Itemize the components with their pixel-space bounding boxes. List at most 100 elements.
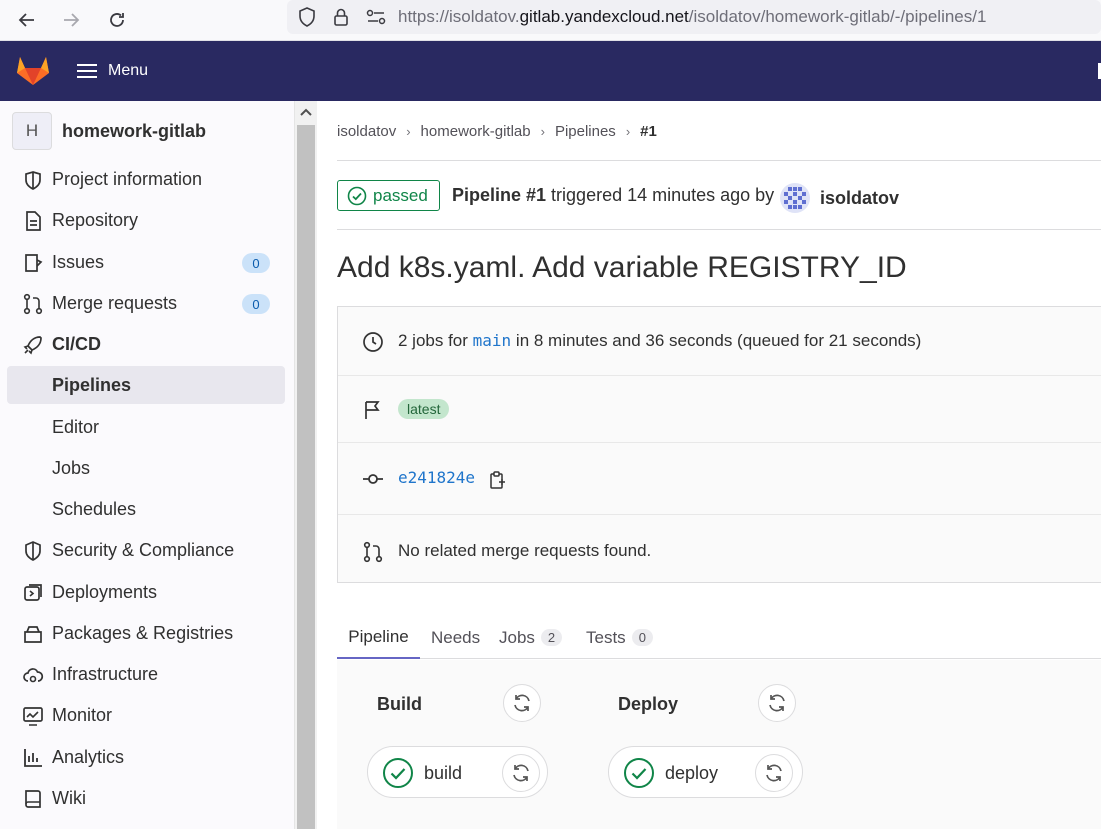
chart-icon — [24, 749, 42, 767]
issues-count-badge: 0 — [242, 253, 270, 273]
sidebar-item-monitor[interactable]: Monitor — [7, 696, 285, 734]
no-mr-text: No related merge requests found. — [398, 541, 652, 560]
lock-icon — [334, 8, 348, 26]
sidebar-item-pipelines[interactable]: Pipelines — [7, 366, 285, 404]
url-text[interactable]: https://isoldatov.gitlab.yandexcloud.net… — [398, 7, 986, 27]
scroll-up-icon[interactable] — [300, 107, 312, 117]
scrollbar-thumb[interactable] — [297, 125, 315, 829]
sidebar-item-repository[interactable]: Repository — [7, 201, 285, 239]
top-navbar: Menu — [0, 41, 1101, 101]
tab-jobs[interactable]: Jobs 2 — [499, 616, 563, 659]
user-name-link[interactable]: isoldatov — [820, 188, 899, 209]
job-retry-button[interactable] — [755, 754, 793, 792]
job-name: deploy — [665, 763, 719, 783]
status-badge[interactable]: passed — [337, 180, 440, 211]
pipeline-graph: Build build Deploy deploy — [337, 660, 1101, 829]
sidebar-scrollbar[interactable] — [295, 101, 317, 829]
reload-button[interactable] — [103, 6, 131, 34]
issues-icon — [25, 254, 43, 272]
commit-icon — [363, 474, 383, 484]
package-icon — [24, 626, 42, 643]
jobs-summary-row: 2 jobs for main in 8 minutes and 36 seco… — [338, 307, 1101, 376]
chevron-right-icon: › — [625, 124, 631, 139]
monitor-icon — [23, 707, 43, 726]
cloud-gear-icon — [23, 668, 44, 683]
project-header[interactable]: H homework-gitlab — [12, 112, 206, 150]
check-circle-icon — [624, 758, 654, 788]
gitlab-logo-icon[interactable] — [16, 54, 50, 86]
job-build[interactable]: build — [367, 746, 548, 798]
breadcrumb: isoldatov › homework-gitlab › Pipelines … — [337, 123, 657, 140]
merge-request-icon — [363, 541, 383, 563]
merge-requests-row: No related merge requests found. — [338, 515, 1101, 584]
document-icon — [26, 211, 41, 231]
back-button[interactable] — [13, 6, 41, 34]
clock-icon — [363, 332, 383, 352]
retry-icon — [766, 764, 782, 782]
page-title: Add k8s.yaml. Add variable REGISTRY_ID — [337, 251, 907, 284]
pipeline-name: Pipeline #1 — [452, 185, 547, 205]
sidebar-item-jobs[interactable]: Jobs — [7, 449, 285, 487]
tab-tests[interactable]: Tests 0 — [586, 616, 653, 659]
sidebar-item-analytics[interactable]: Analytics — [7, 738, 285, 776]
stage-title-deploy: Deploy — [618, 694, 679, 714]
sidebar-item-project-information[interactable]: Project information — [7, 160, 285, 198]
retry-icon — [769, 694, 785, 712]
commit-row: e241824e — [338, 443, 1101, 515]
shield-icon — [25, 541, 41, 561]
sidebar-item-packages-registries[interactable]: Packages & Registries — [7, 614, 285, 652]
tab-pipeline[interactable]: Pipeline — [337, 616, 420, 659]
address-bar[interactable]: https://isoldatov.gitlab.yandexcloud.net… — [287, 0, 1101, 34]
browser-toolbar: https://isoldatov.gitlab.yandexcloud.net… — [0, 0, 1101, 41]
project-info-icon — [25, 171, 41, 190]
jobs-count-badge: 2 — [540, 629, 563, 646]
sidebar-item-merge-requests[interactable]: Merge requests 0 — [7, 284, 285, 322]
tests-count-badge: 0 — [631, 629, 653, 646]
breadcrumb-pipelines[interactable]: Pipelines — [555, 123, 616, 140]
flag-icon — [365, 401, 380, 419]
user-avatar[interactable] — [779, 182, 811, 214]
sidebar-item-deployments[interactable]: Deployments — [7, 573, 285, 611]
job-retry-button[interactable] — [502, 754, 540, 792]
forward-button[interactable] — [57, 6, 85, 34]
menu-button[interactable]: Menu — [76, 58, 148, 84]
copy-icon[interactable] — [489, 470, 507, 490]
main-content: isoldatov › homework-gitlab › Pipelines … — [317, 101, 1101, 829]
divider — [337, 229, 1101, 230]
merge-requests-count-badge: 0 — [242, 294, 270, 314]
retry-icon — [513, 764, 529, 782]
stage-title-build: Build — [377, 694, 422, 714]
project-name: homework-gitlab — [62, 120, 207, 141]
chevron-right-icon: › — [406, 124, 411, 139]
job-deploy[interactable]: deploy — [608, 746, 803, 798]
hamburger-icon — [77, 64, 97, 78]
sidebar-item-issues[interactable]: Issues 0 — [7, 243, 285, 281]
breadcrumb-current[interactable]: #1 — [640, 123, 657, 140]
sidebar-item-schedules[interactable]: Schedules — [7, 490, 285, 528]
sidebar: H homework-gitlab Project information Re… — [0, 101, 295, 829]
tracking-shield-icon — [299, 7, 315, 27]
sidebar-item-cicd[interactable]: CI/CD — [7, 325, 285, 363]
check-circle-icon — [347, 186, 367, 205]
retry-icon — [514, 694, 530, 712]
sidebar-item-security-compliance[interactable]: Security & Compliance — [7, 531, 285, 569]
tab-needs[interactable]: Needs — [431, 616, 480, 659]
sidebar-item-infrastructure[interactable]: Infrastructure — [7, 655, 285, 693]
latest-badge: latest — [398, 399, 450, 419]
commit-sha-link[interactable]: e241824e — [398, 468, 475, 487]
deployments-icon — [24, 584, 42, 601]
breadcrumb-user[interactable]: isoldatov — [337, 123, 396, 140]
branch-link[interactable]: main — [473, 331, 512, 350]
chevron-right-icon: › — [540, 124, 545, 139]
pipeline-meta: Pipeline #1 triggered 14 minutes ago by — [452, 185, 775, 205]
reload-icon — [110, 13, 124, 27]
stage-retry-button[interactable] — [758, 684, 796, 722]
rocket-icon — [23, 336, 42, 355]
breadcrumb-project[interactable]: homework-gitlab — [421, 123, 531, 140]
divider — [337, 160, 1101, 161]
sidebar-item-editor[interactable]: Editor — [7, 408, 285, 446]
project-avatar: H — [12, 112, 52, 150]
arrow-right-icon — [64, 13, 80, 27]
sidebar-item-wiki[interactable]: Wiki — [7, 779, 285, 817]
stage-retry-button[interactable] — [503, 684, 541, 722]
